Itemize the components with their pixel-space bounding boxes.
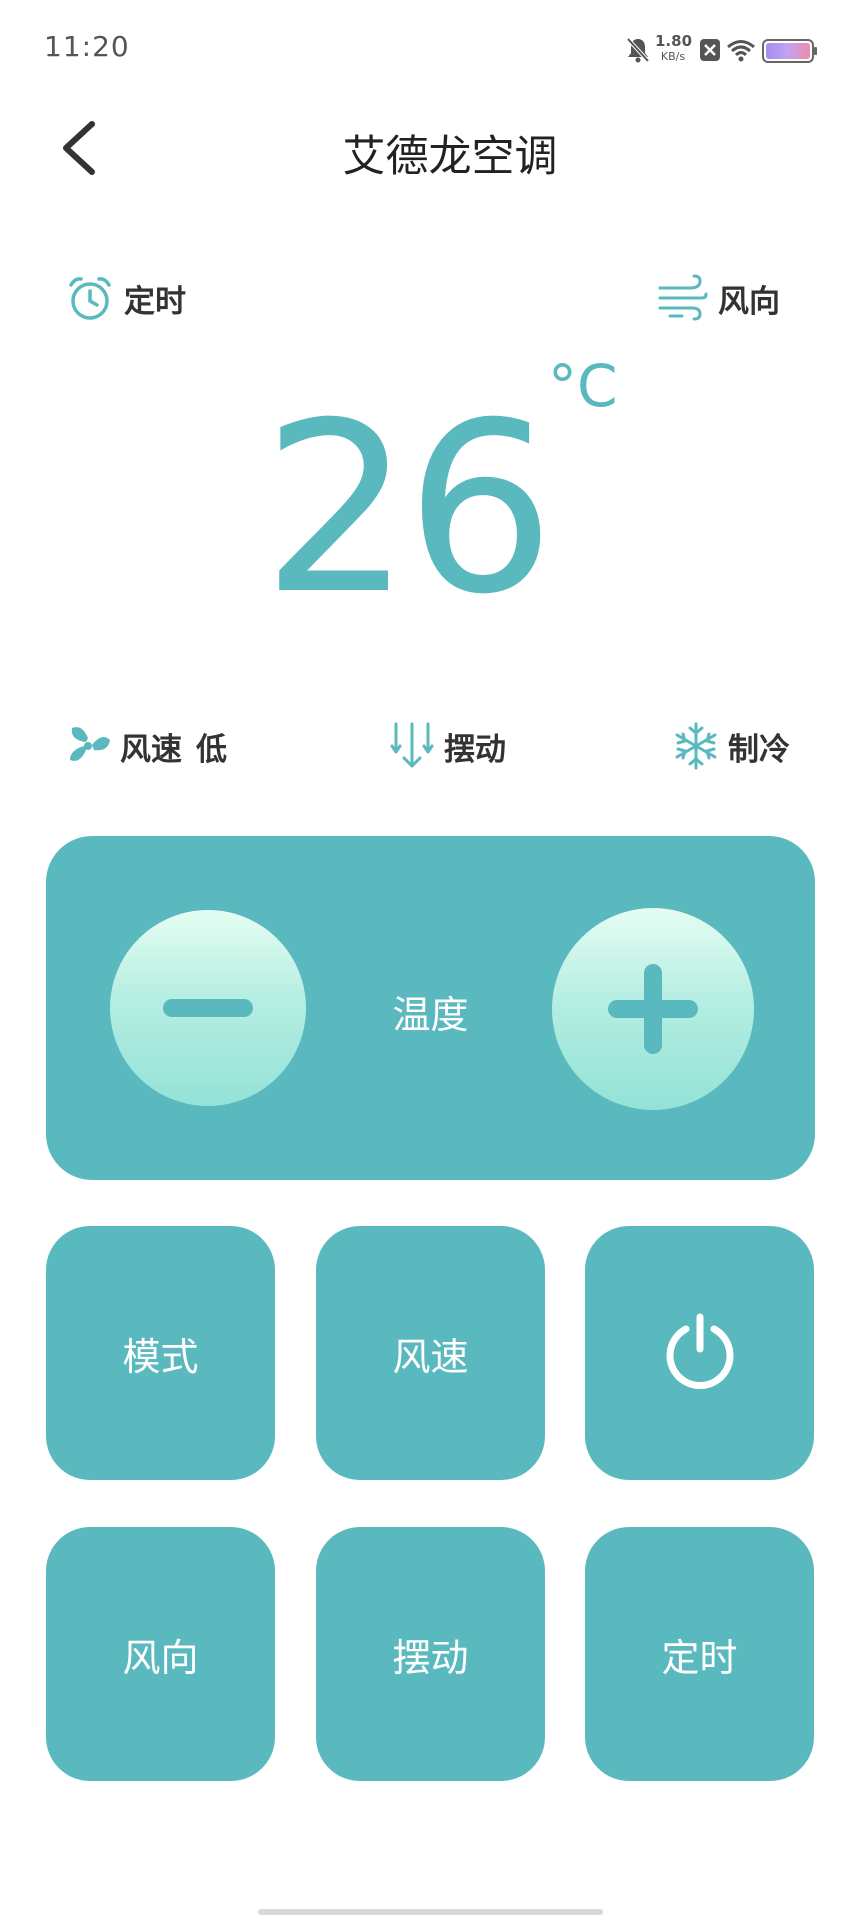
net-speed-unit: KB/s <box>660 50 686 63</box>
timer-label: 定时 <box>124 283 186 320</box>
swing-icon <box>390 722 434 768</box>
temperature-unit: °C <box>548 352 618 420</box>
wind-direction-button[interactable]: 风向 <box>46 1527 275 1781</box>
mode-button-label: 模式 <box>122 1334 199 1379</box>
wind-direction-button-label: 风向 <box>122 1635 199 1680</box>
fan-speed-label: 风速 <box>120 731 182 768</box>
swing-button-label: 摆动 <box>392 1635 469 1680</box>
plus-icon <box>608 964 698 1054</box>
temperature-value: 26 <box>262 373 555 646</box>
wifi-icon <box>727 40 755 62</box>
swing-status: 摆动 <box>390 718 506 774</box>
close-box-icon <box>700 39 720 61</box>
fan-speed-button[interactable]: 风速 <box>316 1226 545 1480</box>
swing-button[interactable]: 摆动 <box>316 1527 545 1781</box>
bell-muted-icon <box>626 37 650 63</box>
temperature-panel: 温度 <box>46 836 815 1180</box>
fan-speed-status: 风速 低 <box>66 718 227 774</box>
power-button[interactable] <box>585 1226 814 1480</box>
timer-button[interactable]: 定时 <box>585 1527 814 1781</box>
wind-icon <box>658 274 708 321</box>
home-indicator[interactable] <box>258 1909 603 1915</box>
battery-icon <box>762 39 817 63</box>
page-title: 艾德龙空调 <box>342 132 558 182</box>
wind-direction-control[interactable]: 风向 <box>656 270 780 326</box>
timer-control[interactable]: 定时 <box>66 270 186 326</box>
temperature-increase-button[interactable] <box>552 908 754 1110</box>
wind-direction-label: 风向 <box>718 283 780 320</box>
power-icon <box>666 1313 733 1389</box>
alarm-clock-icon <box>69 277 111 320</box>
mode-label: 制冷 <box>728 731 790 768</box>
mode-status: 制冷 <box>674 718 790 774</box>
snowflake-icon <box>675 722 717 770</box>
swing-label: 摆动 <box>444 731 506 768</box>
net-speed-value: 1.80 <box>655 32 693 50</box>
net-speed: 1.80 KB/s <box>655 32 693 64</box>
timer-button-label: 定时 <box>661 1635 738 1680</box>
mode-button[interactable]: 模式 <box>46 1226 275 1480</box>
fan-speed-value: 低 <box>196 731 227 768</box>
fan-speed-button-label: 风速 <box>392 1334 469 1379</box>
fan-icon <box>70 727 110 761</box>
status-time: 11:20 <box>44 30 130 63</box>
